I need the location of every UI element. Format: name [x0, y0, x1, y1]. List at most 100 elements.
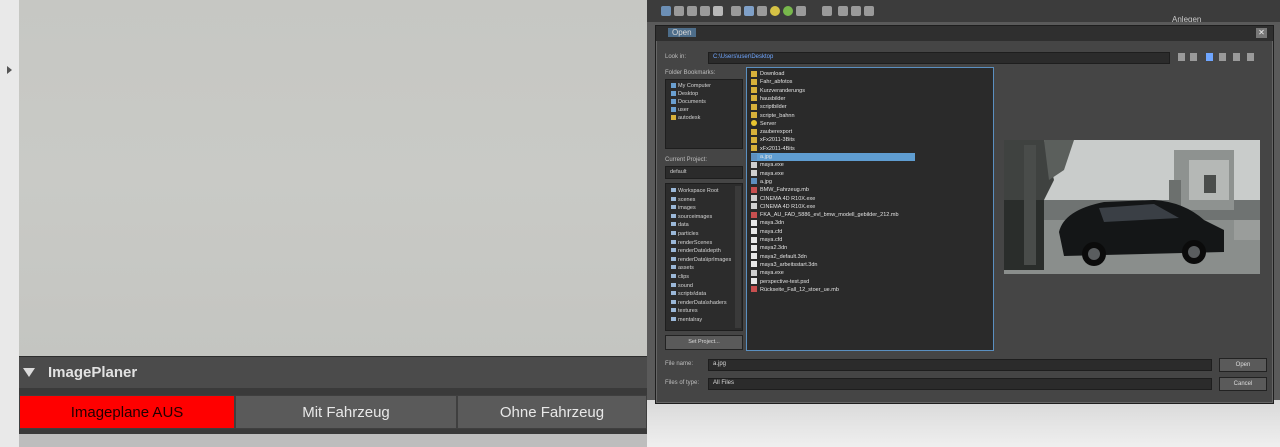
toolbar-icon[interactable]	[796, 6, 806, 16]
bookmark-item[interactable]: user	[671, 107, 689, 113]
collapse-triangle-icon[interactable]	[23, 368, 35, 377]
bookmark-item[interactable]: My Computer	[671, 83, 711, 89]
project-tree-item[interactable]: data	[671, 222, 733, 228]
file-list-item[interactable]: maya.3dn	[751, 219, 784, 227]
file-list-item[interactable]: BMW_Fahrzeug.mb	[751, 186, 809, 194]
doc-icon	[751, 244, 757, 251]
file-name-input[interactable]: a.jpg	[708, 359, 1212, 371]
bookmark-item[interactable]: Desktop	[671, 91, 698, 97]
look-in-dropdown[interactable]: C:\Users\user\Desktop	[708, 52, 1170, 64]
project-tree-item[interactable]: scripts\data	[671, 291, 733, 297]
file-list-item[interactable]: xFx2011-4Bits	[751, 145, 795, 153]
set-project-button[interactable]: Set Project...	[665, 335, 743, 350]
toolbar-icon[interactable]	[864, 6, 874, 16]
file-list-item[interactable]: scriptbilder	[751, 103, 787, 111]
maya-icon	[751, 286, 757, 293]
file-list-item[interactable]: perspective-test.psd	[751, 278, 809, 286]
car-photo-preview	[1004, 140, 1260, 274]
toolbar-icon[interactable]	[770, 6, 780, 16]
back-icon[interactable]	[1178, 53, 1185, 61]
file-list-item[interactable]: maya.exe	[751, 161, 784, 169]
project-tree-item[interactable]: renderData\iprImages	[671, 256, 733, 263]
file-list-item[interactable]: FKA_AU_FAD_5886_evl_bmw_modell_gebilder_…	[751, 211, 899, 219]
file-list-item[interactable]: maya.exe	[751, 170, 784, 178]
file-list-item[interactable]: maya.cfd	[751, 236, 782, 244]
toolbar-icon[interactable]	[661, 6, 671, 16]
toolbar-icon[interactable]	[838, 6, 848, 16]
file-list-item[interactable]: Kurzveranderungs	[751, 87, 805, 95]
file-list-item[interactable]: maya2.3dn	[751, 244, 787, 252]
detail-view-icon[interactable]	[1247, 53, 1254, 61]
project-tree-item[interactable]: sourceimages	[671, 213, 733, 220]
folder-bookmarks-label: Folder Bookmarks:	[665, 70, 716, 76]
file-list-item[interactable]: Server	[751, 120, 776, 128]
toolbar-icon[interactable]	[822, 6, 832, 16]
forward-icon[interactable]	[1190, 53, 1197, 61]
project-tree-item[interactable]: renderData\shaders	[671, 299, 733, 306]
toolbar-icon[interactable]	[744, 6, 754, 16]
file-list-item[interactable]: Fahr_abfotos	[751, 78, 792, 86]
project-tree-item[interactable]: textures	[671, 308, 733, 314]
file-list-item[interactable]: CINEMA 4D R10X.exe	[751, 195, 815, 203]
toolbar-icon[interactable]	[851, 6, 861, 16]
toolbar-icon[interactable]	[713, 6, 723, 16]
toolbar-icon[interactable]	[731, 6, 741, 16]
list-view-icon[interactable]	[1233, 53, 1240, 61]
cancel-button[interactable]: Cancel	[1219, 377, 1267, 391]
file-list-item[interactable]: xFx2011-3Bits	[751, 136, 795, 144]
toolbar-icon[interactable]	[757, 6, 767, 16]
folder-icon	[671, 205, 676, 210]
bookmark-item[interactable]: Documents	[671, 99, 706, 105]
file-list-item[interactable]: a.jpg	[751, 153, 915, 161]
bookmark-item[interactable]: autodesk	[671, 115, 700, 121]
file-list-item[interactable]: maya2_default.3dn	[751, 253, 807, 261]
up-folder-icon[interactable]	[1206, 53, 1213, 61]
file-list-item[interactable]: maya.cfd	[751, 228, 782, 236]
close-icon[interactable]: ✕	[1256, 28, 1267, 38]
project-tree-item[interactable]: renderScenes	[671, 239, 733, 246]
project-tree-item[interactable]: clips	[671, 274, 733, 280]
folder-icon	[751, 95, 757, 102]
project-tree-item[interactable]: images	[671, 205, 733, 211]
file-list-item[interactable]: Rückseite_Fall_12_stoer_ue.mb	[751, 286, 839, 294]
toolbar-icon[interactable]	[700, 6, 710, 16]
file-list-item[interactable]: a.jpg	[751, 178, 772, 186]
image-canvas	[19, 0, 647, 356]
doc-icon	[751, 261, 757, 268]
imageplaner-panel: ImagePlaner Imageplane AUS Mit Fahrzeug …	[0, 0, 647, 447]
project-tree-item[interactable]: mentalray	[671, 317, 733, 323]
project-tree-item[interactable]: Workspace Root	[671, 188, 733, 194]
toolbar-icon[interactable]	[783, 6, 793, 16]
project-scrollbar[interactable]	[735, 186, 741, 328]
maya-icon	[751, 186, 757, 193]
files-of-type-dropdown[interactable]: All Files	[708, 378, 1212, 390]
ohne-fahrzeug-button[interactable]: Ohne Fahrzeug	[457, 395, 647, 429]
new-folder-icon[interactable]	[1219, 53, 1226, 61]
imageplaner-header[interactable]: ImagePlaner	[19, 356, 647, 389]
mit-fahrzeug-button[interactable]: Mit Fahrzeug	[235, 395, 457, 429]
project-tree-item[interactable]: scenes	[671, 196, 733, 203]
toolbar-icon[interactable]	[674, 6, 684, 16]
imageplaner-title: ImagePlaner	[48, 364, 138, 381]
current-project-dropdown[interactable]: default	[665, 166, 743, 179]
project-tree-item[interactable]: particles	[671, 231, 733, 237]
file-list-item[interactable]: CINEMA 4D R10X.exe	[751, 203, 815, 211]
app-icon	[751, 170, 757, 177]
file-list-item[interactable]: Download	[751, 70, 784, 78]
star-icon	[751, 120, 757, 127]
project-tree-item[interactable]: renderData\depth	[671, 248, 733, 254]
project-tree-item[interactable]: sound	[671, 282, 733, 289]
file-list-item[interactable]: hausbilder	[751, 95, 785, 103]
project-tree-item[interactable]: assets	[671, 265, 733, 271]
file-list-item[interactable]: zauberexport	[751, 128, 792, 136]
folder-icon	[671, 274, 676, 278]
file-list-item[interactable]: scripte_bahnn	[751, 112, 795, 120]
open-button[interactable]: Open	[1219, 358, 1267, 372]
file-list: Download Fahr_abfotos Kurzveranderungs haus…	[746, 67, 994, 351]
look-in-value: C:\Users\user\Desktop	[713, 54, 774, 60]
file-list-item[interactable]: maya.exe	[751, 269, 784, 277]
toolbar-icon[interactable]	[687, 6, 697, 16]
file-list-item[interactable]: maya3_arbeitsstart.3dn	[751, 261, 817, 269]
imageplane-aus-button[interactable]: Imageplane AUS	[19, 395, 235, 429]
expand-arrow-icon[interactable]	[7, 66, 12, 74]
